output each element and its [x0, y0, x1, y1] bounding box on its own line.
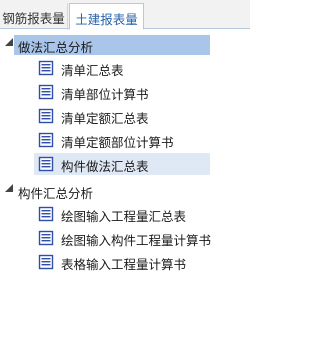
document-list-icon — [38, 206, 54, 222]
tree-item-component-method-summary[interactable]: 构件做法汇总表 — [0, 153, 250, 175]
tree-item-bill-quota-summary[interactable]: 清单定额汇总表 — [0, 105, 250, 126]
tree-group-label: 做法汇总分析 — [14, 35, 210, 55]
tree-group-label: 构件汇总分析 — [18, 186, 94, 201]
tree-item-label: 清单汇总表 — [61, 63, 124, 78]
collapse-triangle-icon[interactable] — [4, 183, 14, 193]
tree-item-label: 构件做法汇总表 — [61, 159, 149, 174]
tree-item-bill-summary[interactable]: 清单汇总表 — [0, 57, 250, 78]
tree-item-table-quantity-calc[interactable]: 表格输入工程量计算书 — [0, 251, 250, 272]
tree-item-drawing-quantity-summary[interactable]: 绘图输入工程量汇总表 — [0, 203, 250, 224]
tree-item-label: 清单定额部位计算书 — [61, 135, 174, 150]
tree-item-bill-quota-location-calc[interactable]: 清单定额部位计算书 — [0, 129, 250, 150]
tree-item-bill-location-calc[interactable]: 清单部位计算书 — [0, 81, 250, 102]
tree-item-label: 绘图输入构件工程量计算书 — [61, 233, 212, 248]
tree-item-drawing-component-calc[interactable]: 绘图输入构件工程量计算书 — [0, 227, 250, 248]
document-list-icon — [38, 84, 54, 100]
document-list-icon — [38, 132, 54, 148]
document-list-icon — [38, 254, 54, 270]
report-panel: 钢筋报表量 土建报表量 做法汇总分析 清单汇总表 清单部位计算书 清单定额汇总表… — [0, 0, 250, 343]
tab-rebar-report[interactable]: 钢筋报表量 — [0, 3, 68, 30]
collapse-triangle-icon[interactable] — [4, 37, 14, 47]
tree-item-label: 表格输入工程量计算书 — [61, 257, 187, 272]
document-list-icon — [38, 108, 54, 124]
document-list-icon — [38, 230, 54, 246]
tab-civil-report[interactable]: 土建报表量 — [69, 3, 144, 30]
tree-item-label: 清单部位计算书 — [61, 87, 149, 102]
tree-item-label: 清单定额汇总表 — [61, 111, 149, 126]
document-list-icon — [38, 156, 54, 172]
tab-strip: 钢筋报表量 土建报表量 — [0, 0, 250, 30]
document-list-icon — [38, 60, 54, 76]
tree-item-label: 绘图输入工程量汇总表 — [61, 209, 187, 224]
